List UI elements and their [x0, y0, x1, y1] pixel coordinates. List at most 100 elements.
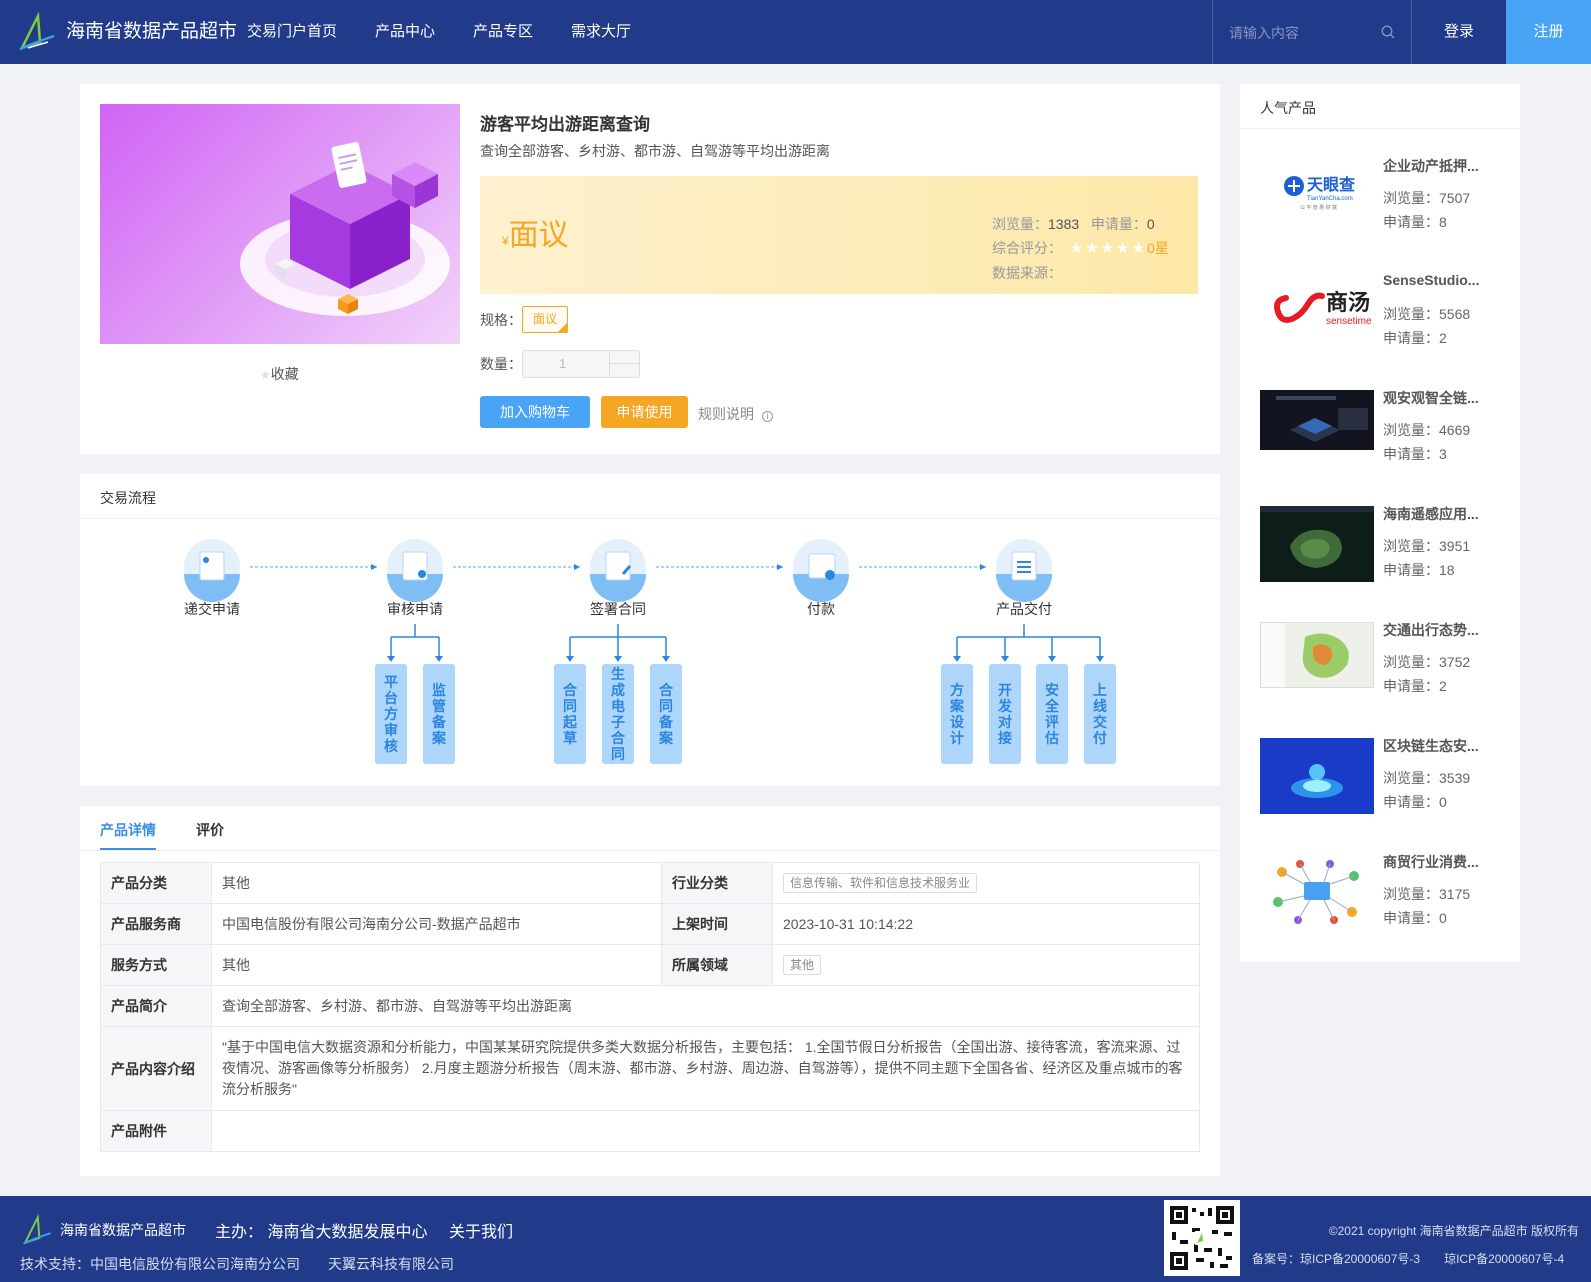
- rule-link[interactable]: 规则说明 i: [698, 404, 773, 424]
- copyright: ©2021 copyright 海南省数据产品超市 版权所有: [1328, 1224, 1579, 1238]
- popular-item[interactable]: 观安观智全链... 浏览量：4669 申请量：3: [1260, 390, 1500, 480]
- product-thumbnail[interactable]: 商汤 sensetime: [1260, 274, 1374, 350]
- divider: [1240, 128, 1520, 129]
- flow-substep-label: 方案设计: [949, 682, 965, 746]
- popular-title: 人气产品: [1260, 100, 1316, 116]
- spec-label: 规格：: [480, 312, 522, 328]
- favorite-button[interactable]: ★收藏: [260, 364, 299, 384]
- svg-text:公 平 普 惠 财 富: 公 平 普 惠 财 富: [1300, 204, 1337, 211]
- register-button[interactable]: 注册: [1506, 0, 1591, 64]
- domain-tag: 其他: [783, 955, 822, 975]
- table-row: 产品内容介绍 "基于中国电信大数据资源和分析能力，中国某某研究院提供多类大数据分…: [100, 1026, 1200, 1111]
- rating-stars: ★★★★★: [1069, 240, 1148, 257]
- popular-item-name[interactable]: 企业动产抵押...: [1383, 156, 1493, 176]
- site-brand[interactable]: 海南省数据产品超市: [66, 0, 237, 64]
- table-key: 所属领域: [661, 944, 773, 986]
- search-placeholder[interactable]: 请输入内容: [1229, 0, 1299, 66]
- product-card: ★收藏 游客平均出游距离查询 查询全部游客、乡村游、都市游、自驾游等平均出游距离…: [80, 84, 1220, 454]
- industry-tag: 信息传输、软件和信息技术服务业: [783, 873, 978, 893]
- step-circles: [184, 539, 1052, 602]
- popular-item-applies: 申请量：8: [1383, 214, 1447, 230]
- table-key: 产品内容介绍: [100, 1026, 212, 1111]
- table-value: 查询全部游客、乡村游、都市游、自驾游等平均出游距离: [211, 985, 1200, 1027]
- table-value: 其他: [211, 944, 662, 986]
- rule-label: 规则说明: [698, 406, 754, 422]
- popular-item-name[interactable]: 区块链生态安...: [1383, 736, 1493, 756]
- popular-item-name[interactable]: 海南遥感应用...: [1383, 504, 1493, 524]
- product-stats: 浏览量：1383 申请量：0 综合评分： ★★★★★0星 数据来源：: [992, 212, 1169, 285]
- icp-record: 备案号：琼ICP备20000607号-3 琼ICP备20000607号-4: [1252, 1252, 1565, 1266]
- popular-item[interactable]: 区块链生态安... 浏览量：3539 申请量：0: [1260, 738, 1500, 828]
- views-label: 浏览量：: [992, 216, 1048, 232]
- popular-item-applies: 申请量：0: [1383, 910, 1447, 926]
- popular-item[interactable]: 交通出行态势... 浏览量：3752 申请量：2: [1260, 622, 1500, 712]
- product-thumbnail[interactable]: [1260, 506, 1374, 582]
- table-key: 产品简介: [100, 985, 212, 1027]
- flow-substep-label: 平台方审核: [384, 674, 398, 754]
- table-value: "基于中国电信大数据资源和分析能力，中国某某研究院提供多类大数据分析报告，主要包…: [211, 1026, 1200, 1111]
- detail-tabs: 产品详情 评价: [100, 820, 264, 840]
- popular-item-applies: 申请量：2: [1383, 330, 1447, 346]
- quantity-stepper[interactable]: 1: [522, 350, 640, 378]
- price-panel: ¥面议 浏览量：1383 申请量：0 综合评分： ★★★★★0星 数据来源：: [480, 176, 1198, 294]
- footer: 海南省数据产品超市 主办： 海南省大数据发展中心 关于我们 技术支持：中国电信股…: [0, 1196, 1591, 1282]
- flow-step-label: 递交申请: [184, 601, 240, 617]
- footer-logo: [23, 1214, 51, 1245]
- popular-item-name[interactable]: 商贸行业消费...: [1383, 852, 1493, 872]
- spec-option[interactable]: 面议: [522, 306, 568, 333]
- tab-reviews[interactable]: 评价: [196, 820, 224, 840]
- add-to-cart-button[interactable]: 加入购物车: [480, 396, 590, 428]
- table-value: 2023-10-31 10:14:22: [772, 903, 1200, 945]
- product-thumbnail[interactable]: 天眼查 TianYanCha.com 公 平 普 惠 财 富: [1260, 158, 1374, 234]
- product-thumbnail[interactable]: [1260, 390, 1374, 450]
- nav-link-demand-hall[interactable]: 需求大厅: [571, 0, 631, 64]
- flow-substep-label: 开发对接: [997, 682, 1013, 746]
- popular-item-name[interactable]: 交通出行态势...: [1383, 620, 1493, 640]
- popular-item[interactable]: 商汤 sensetime SenseStudio... 浏览量：5568 申请量…: [1260, 272, 1500, 364]
- table-key: 产品服务商: [100, 903, 212, 945]
- popular-item[interactable]: 商贸行业消费... 浏览量：3175 申请量：0: [1260, 854, 1500, 944]
- product-thumbnail[interactable]: [1260, 738, 1374, 814]
- stepper-arrows[interactable]: [609, 351, 639, 377]
- product-details-card: 产品详情 评价 产品分类 其他 行业分类 信息传输、软件和信息技术服务业 产品服…: [80, 806, 1220, 1176]
- popular-item[interactable]: 海南遥感应用... 浏览量：3951 申请量：18: [1260, 506, 1500, 596]
- table-key: 服务方式: [100, 944, 212, 986]
- tab-product-detail[interactable]: 产品详情: [100, 820, 156, 840]
- top-navbar: 海南省数据产品超市 交易门户首页 产品中心 产品专区 需求大厅 请输入内容 登录…: [0, 0, 1591, 64]
- footer-brand: 海南省数据产品超市: [60, 1222, 186, 1238]
- table-value: [211, 1110, 1200, 1152]
- table-value: 信息传输、软件和信息技术服务业: [772, 862, 1200, 904]
- source-label: 数据来源：: [992, 265, 1062, 281]
- product-image: [100, 104, 460, 344]
- nav-link-home[interactable]: 交易门户首页: [247, 0, 337, 64]
- product-thumbnail[interactable]: [1260, 854, 1374, 930]
- search-input[interactable]: 请输入内容: [1212, 0, 1412, 64]
- nav-link-product-zone[interactable]: 产品专区: [473, 0, 533, 64]
- table-value: 其他: [772, 944, 1200, 986]
- popular-item-name[interactable]: 观安观智全链...: [1383, 388, 1493, 408]
- flow-step-label: 签署合同: [590, 601, 646, 617]
- flow-substep-label: 合同起草: [562, 682, 578, 746]
- popular-item-views: 浏览量：3752: [1383, 654, 1471, 670]
- login-button[interactable]: 登录: [1412, 0, 1506, 64]
- price: ¥面议: [502, 210, 569, 254]
- table-value: 其他: [211, 862, 662, 904]
- product-description: 查询全部游客、乡村游、都市游、自驾游等平均出游距离: [480, 143, 830, 159]
- views-count: 1383: [1048, 216, 1080, 232]
- rating-label: 综合评分：: [992, 240, 1062, 256]
- site-logo[interactable]: [18, 12, 56, 52]
- about-us-link[interactable]: 关于我们: [449, 1218, 513, 1242]
- popular-item-name[interactable]: SenseStudio...: [1383, 272, 1493, 288]
- popular-item-applies: 申请量：0: [1383, 794, 1447, 810]
- product-thumbnail[interactable]: [1260, 622, 1374, 688]
- star-icon: ★: [260, 368, 271, 382]
- nav-link-product-center[interactable]: 产品中心: [375, 0, 435, 64]
- apply-use-button[interactable]: 申请使用: [601, 396, 688, 428]
- table-value: 中国电信股份有限公司海南分公司-数据产品超市: [211, 903, 662, 945]
- sensetime-logo-text: 商汤: [1326, 290, 1370, 315]
- product-title: 游客平均出游距离查询: [480, 115, 650, 134]
- popular-item[interactable]: 天眼查 TianYanCha.com 公 平 普 惠 财 富 企业动产抵押...…: [1260, 158, 1500, 248]
- apply-label: 申请量：: [1090, 216, 1147, 232]
- search-icon[interactable]: [1381, 25, 1395, 39]
- popular-item-views: 浏览量：3539: [1383, 770, 1471, 786]
